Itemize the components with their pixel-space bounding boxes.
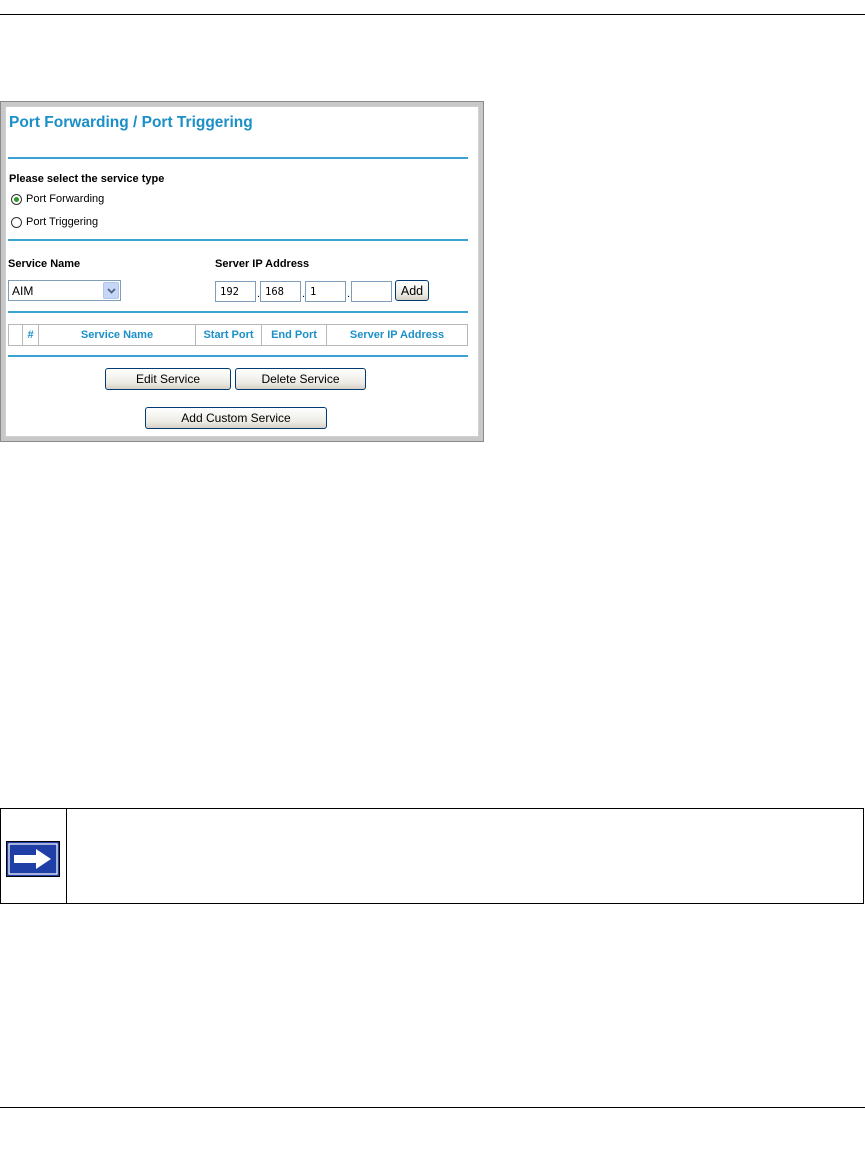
divider — [8, 157, 468, 159]
footer-rule — [0, 1107, 865, 1108]
table-header-service-name: Service Name — [39, 325, 196, 345]
ip-octet-2-input[interactable]: 168 — [260, 281, 301, 302]
add-button[interactable]: Add — [395, 280, 429, 301]
page-title: Port Forwarding / Port Triggering — [9, 114, 253, 131]
note-box — [0, 808, 864, 904]
delete-service-button[interactable]: Delete Service — [235, 368, 366, 390]
radio-label: Port Forwarding — [26, 193, 105, 205]
divider — [8, 239, 468, 241]
chevron-down-icon[interactable] — [103, 282, 119, 299]
server-ip-label: Server IP Address — [215, 258, 310, 270]
table-header-start-port: Start Port — [196, 325, 262, 345]
radio-button-selected[interactable] — [11, 193, 22, 205]
router-screenshot-panel: Port Forwarding / Port Triggering Please… — [0, 101, 484, 442]
table-header-select — [9, 325, 23, 345]
port-forwarding-form: Port Forwarding / Port Triggering Please… — [5, 106, 479, 437]
table-header-end-port: End Port — [262, 325, 327, 345]
ip-octet-3-input[interactable]: 1 — [305, 281, 346, 302]
edit-service-button[interactable]: Edit Service — [105, 368, 231, 390]
service-name-value: AIM — [12, 283, 34, 298]
ip-octet-1-input[interactable]: 192 — [215, 281, 256, 302]
divider — [8, 311, 468, 313]
radio-port-triggering[interactable]: Port Triggering — [11, 216, 98, 228]
add-custom-service-button[interactable]: Add Custom Service — [145, 407, 327, 429]
radio-label: Port Triggering — [26, 216, 99, 228]
radio-port-forwarding[interactable]: Port Forwarding — [11, 193, 104, 205]
ip-separator: . — [347, 288, 351, 300]
header-rule — [0, 14, 865, 15]
service-name-select[interactable]: AIM — [8, 280, 121, 301]
service-type-label: Please select the service type — [9, 173, 165, 185]
divider — [8, 355, 468, 357]
table-header-server-ip: Server IP Address — [349, 329, 445, 341]
services-table-header: # Service Name Start Port End Port Serve… — [8, 324, 468, 346]
radio-button[interactable] — [11, 216, 22, 228]
service-name-label: Service Name — [8, 258, 81, 270]
ip-octet-4-input[interactable] — [351, 281, 392, 302]
note-icon-cell — [1, 809, 67, 903]
right-arrow-icon — [6, 841, 60, 877]
table-header-number: # — [23, 325, 39, 345]
